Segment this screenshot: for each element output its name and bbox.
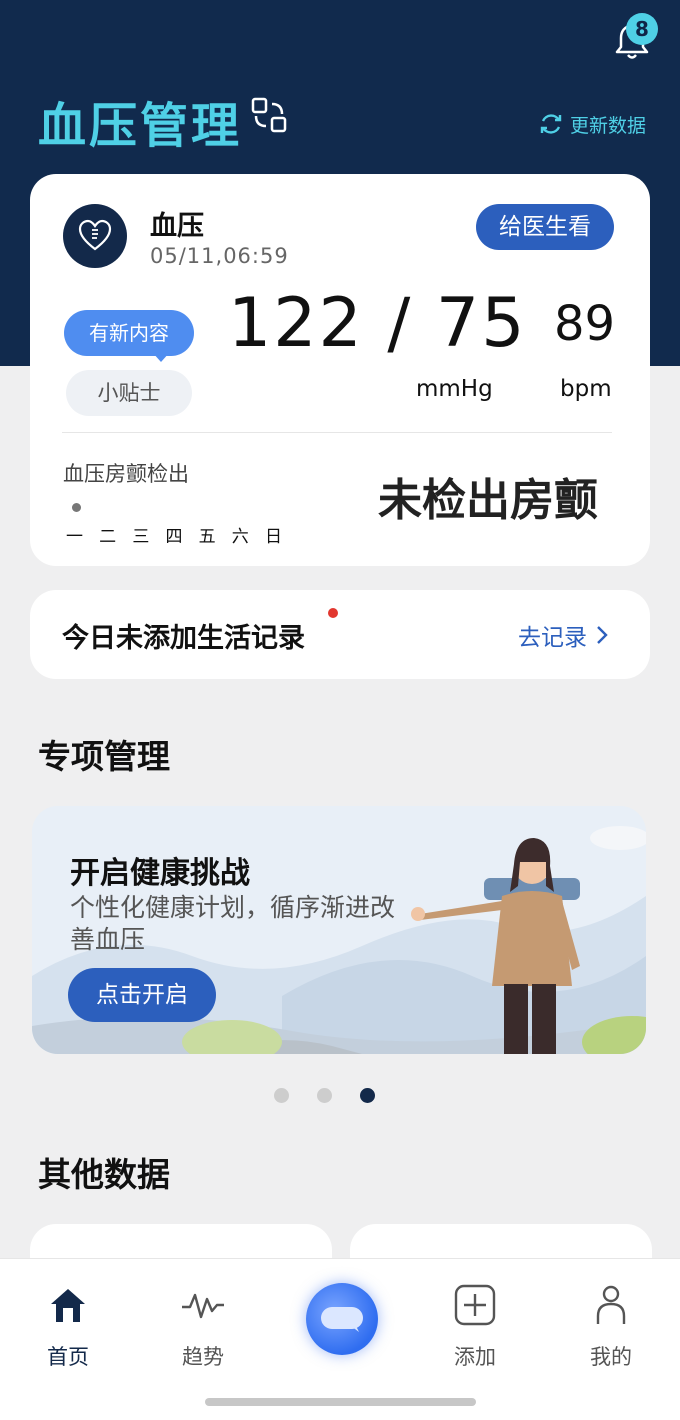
health-challenge-banner[interactable]: 开启健康挑战 个性化健康计划，循序渐进改善血压 点击开启: [32, 806, 646, 1054]
weekday-label: 二: [99, 527, 117, 547]
go-record-link[interactable]: 去记录: [518, 618, 609, 652]
af-result: 未检出房颤: [378, 475, 598, 526]
bp-unit: mmHg: [416, 376, 493, 402]
switch-view-icon[interactable]: [250, 96, 288, 134]
pulse-reading: 89: [554, 296, 616, 352]
special-management-title: 专项管理: [38, 737, 170, 776]
assistant-button[interactable]: [306, 1283, 378, 1355]
life-log-text: 今日未添加生活记录: [62, 623, 305, 654]
start-challenge-button[interactable]: 点击开启: [68, 968, 216, 1022]
pulse-unit: bpm: [560, 376, 612, 402]
tab-trend-label: 趋势: [182, 1345, 224, 1369]
tab-home-label: 首页: [47, 1345, 89, 1369]
other-data-title: 其他数据: [38, 1155, 170, 1194]
tab-me-label: 我的: [590, 1345, 632, 1369]
notification-badge: 8: [626, 13, 658, 45]
carousel-dot[interactable]: [360, 1088, 375, 1103]
carousel-dot[interactable]: [317, 1088, 332, 1103]
weekday-label: 三: [132, 527, 150, 547]
heart-icon: [63, 204, 127, 268]
weekday-label: 日: [264, 527, 282, 547]
tab-add[interactable]: 添加: [420, 1281, 530, 1371]
new-content-badge: 有新内容: [64, 310, 194, 356]
tab-home[interactable]: 首页: [13, 1281, 123, 1371]
divider: [62, 432, 612, 433]
weekday-label: 四: [165, 527, 183, 547]
tab-add-label: 添加: [454, 1345, 496, 1369]
refresh-label: 更新数据: [570, 114, 647, 137]
bottom-tab-bar: 首页 趋势 添加 我的: [0, 1258, 680, 1420]
carousel-dot[interactable]: [274, 1088, 289, 1103]
refresh-data-button[interactable]: 更新数据: [538, 110, 646, 138]
show-doctor-button[interactable]: 给医生看: [476, 204, 614, 250]
trend-icon: [182, 1293, 224, 1319]
refresh-icon: [540, 114, 562, 134]
tips-button[interactable]: 小贴士: [66, 370, 192, 416]
add-icon: [454, 1284, 496, 1326]
weekday-label: 五: [198, 527, 216, 547]
carousel-indicator: [274, 1088, 403, 1103]
weekday-label: 一: [66, 527, 83, 547]
go-record-label: 去记录: [518, 625, 587, 651]
home-indicator: [205, 1398, 476, 1406]
weekday-label: 六: [231, 527, 249, 547]
chat-bubble-icon: [321, 1307, 363, 1332]
user-icon: [596, 1285, 626, 1324]
new-content-badge-tail: [152, 352, 170, 362]
tab-trend[interactable]: 趋势: [148, 1281, 258, 1371]
chevron-right-icon: [597, 626, 608, 644]
life-log-card[interactable]: 今日未添加生活记录 去记录: [30, 590, 650, 679]
af-day-marker: [72, 503, 81, 512]
weekday-row: 一 二 三 四 五 六 日: [66, 522, 282, 547]
tab-me[interactable]: 我的: [556, 1281, 666, 1371]
home-icon: [51, 1289, 85, 1322]
af-detection-title: 血压房颤检出: [63, 462, 189, 486]
banner-subtitle: 个性化健康计划，循序渐进改善血压: [70, 893, 396, 954]
banner-title: 开启健康挑战: [70, 856, 250, 891]
blood-pressure-card[interactable]: 血压 05/11,06:59 给医生看 有新内容 小贴士 122 / 75 mm…: [30, 174, 650, 566]
bp-label: 血压: [150, 211, 204, 242]
unread-dot: [328, 608, 338, 618]
bp-timestamp: 05/11,06:59: [150, 244, 289, 268]
page-title: 血压管理: [38, 98, 243, 154]
bp-reading: 122 / 75: [228, 284, 527, 363]
